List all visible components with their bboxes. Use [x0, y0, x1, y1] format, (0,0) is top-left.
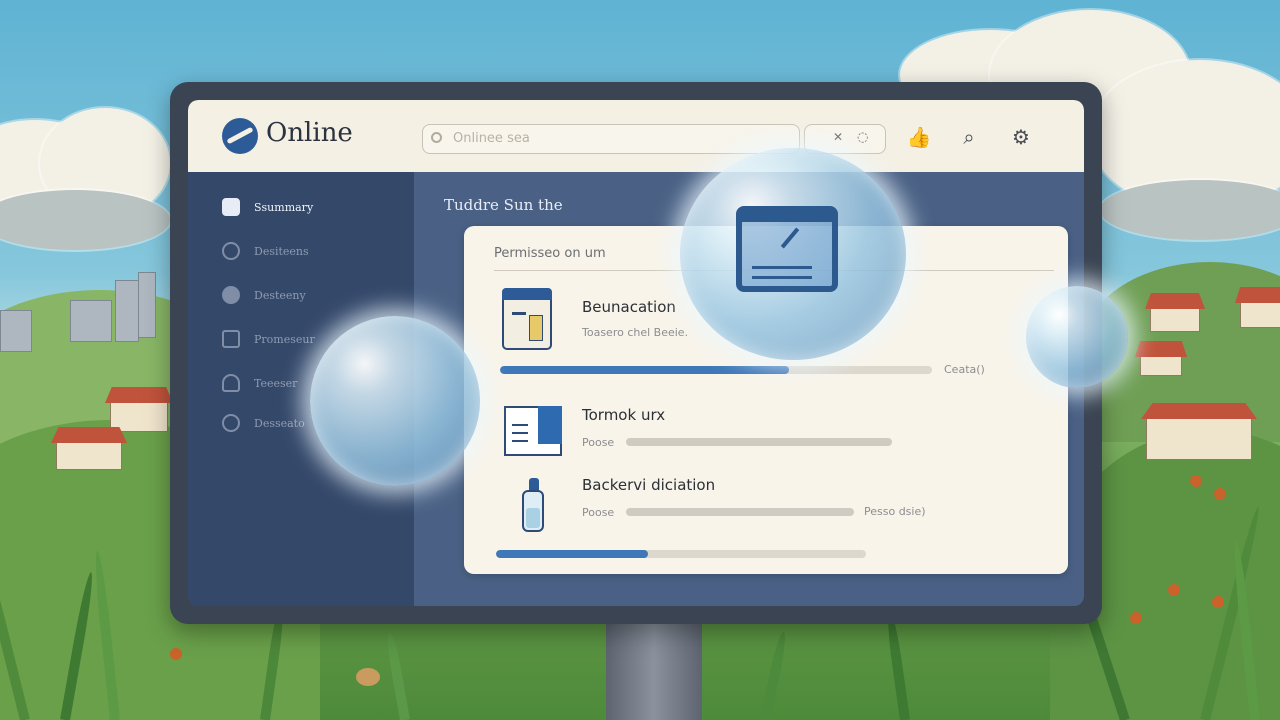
progress-bar	[626, 508, 854, 516]
row-title[interactable]: Tormok urx	[582, 406, 665, 424]
card-title: Permisseo on um	[494, 246, 606, 261]
sidebar-item-summary[interactable]: Ssummary	[222, 196, 313, 218]
progress-fill	[496, 550, 648, 558]
ring-icon	[222, 414, 240, 432]
row-subtitle: Toasero chel Beeie.	[582, 326, 689, 339]
box-icon	[504, 406, 562, 456]
monitor-stand	[606, 620, 702, 720]
clear-icon[interactable]: ✕	[833, 130, 843, 144]
search-input[interactable]: Onlinee sea	[422, 124, 800, 154]
floating-bubble	[1026, 286, 1128, 388]
sidebar-item-label: Teeeser	[254, 376, 298, 390]
sidebar-item-label: Desteeny	[254, 288, 306, 302]
top-bar: Online Onlinee sea ✕ ◌ 👍 ⌕ ⚙	[188, 100, 1084, 172]
app-logo-icon	[222, 118, 258, 154]
overall-progress-bar	[496, 550, 866, 558]
sidebar-item-4[interactable]: Promeseur	[222, 328, 315, 350]
page-title: Tuddre Sun the	[444, 196, 563, 214]
progress-track-fill	[626, 438, 892, 446]
row-title[interactable]: Backervi diciation	[582, 476, 715, 494]
globe-icon	[222, 242, 240, 260]
thumbs-up-icon[interactable]: 👍	[904, 122, 934, 152]
row-subtitle: Poose	[582, 506, 615, 519]
user-icon	[222, 374, 240, 392]
window-icon	[736, 206, 838, 292]
progress-fill	[500, 366, 790, 374]
row-status: Pesso dsie)	[864, 505, 926, 518]
app-window: Online Onlinee sea ✕ ◌ 👍 ⌕ ⚙ Ssummary De…	[188, 100, 1084, 606]
display-monitor: Online Onlinee sea ✕ ◌ 👍 ⌕ ⚙ Ssummary De…	[170, 82, 1102, 624]
document-icon	[222, 330, 240, 348]
search-field-icon	[431, 132, 442, 143]
row-subtitle: Poose	[582, 436, 615, 449]
progress-bar	[500, 366, 932, 374]
sidebar-item-5[interactable]: Teeeser	[222, 372, 297, 394]
search-placeholder: Onlinee sea	[453, 131, 530, 146]
sidebar-item-label: Ssummary	[254, 200, 314, 214]
sidebar-item-3[interactable]: Desteeny	[222, 284, 306, 306]
app-title: Online	[266, 118, 353, 148]
jar-icon	[502, 288, 552, 350]
bottle-icon	[522, 478, 544, 532]
row-title[interactable]: Beunacation	[582, 298, 676, 316]
row-status: Ceata()	[944, 363, 985, 376]
sidebar-item-label: Desseato	[254, 416, 305, 430]
settings-gear-icon[interactable]: ⚙	[1006, 122, 1036, 152]
progress-track-fill	[626, 508, 854, 516]
tag-icon[interactable]: ◌	[857, 130, 868, 145]
floating-bubble	[310, 316, 480, 486]
sidebar-item-6[interactable]: Desseato	[222, 412, 305, 434]
progress-bar	[626, 438, 892, 446]
cube-icon	[222, 198, 240, 216]
sidebar-item-label: Desiteens	[254, 244, 309, 258]
sidebar-item-2[interactable]: Desiteens	[222, 240, 309, 262]
search-icon[interactable]: ⌕	[954, 122, 984, 152]
floating-bubble-window	[680, 148, 906, 360]
circle-icon	[222, 286, 240, 304]
sidebar-item-label: Promeseur	[254, 332, 315, 346]
